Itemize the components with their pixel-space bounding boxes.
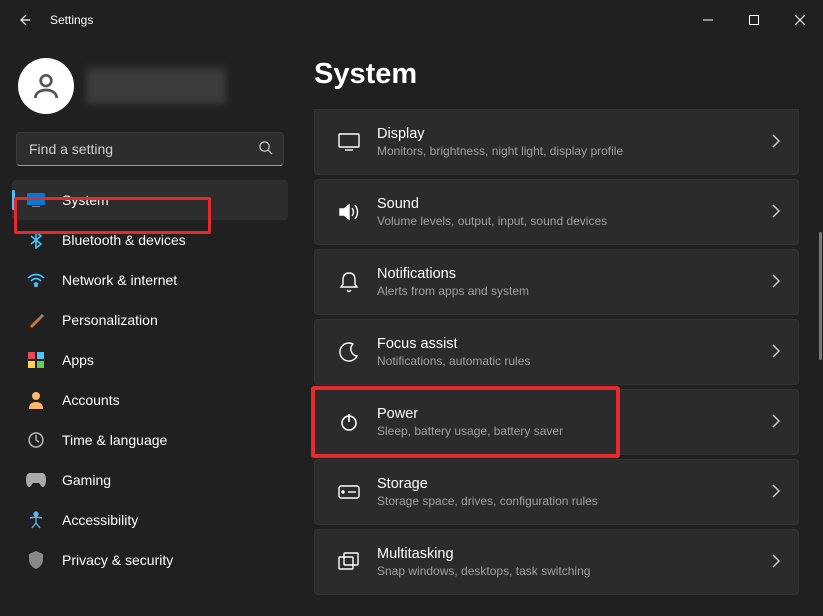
person-icon xyxy=(26,390,46,410)
card-title: Display xyxy=(377,126,772,142)
sidebar: System Bluetooth & devices Network & int… xyxy=(0,40,300,616)
maximize-icon xyxy=(749,15,759,25)
search-box[interactable] xyxy=(16,132,284,166)
accessibility-icon xyxy=(26,510,46,530)
sidebar-item-label: Accessibility xyxy=(62,512,138,528)
bluetooth-icon xyxy=(26,230,46,250)
main-panel: System Display Monitors, brightness, nig… xyxy=(300,40,823,616)
card-notifications[interactable]: Notifications Alerts from apps and syste… xyxy=(314,249,799,315)
sidebar-item-label: Network & internet xyxy=(62,272,177,288)
sidebar-item-label: Privacy & security xyxy=(62,552,173,568)
minimize-icon xyxy=(703,15,713,25)
clock-globe-icon xyxy=(26,430,46,450)
card-title: Storage xyxy=(377,476,772,492)
card-power[interactable]: Power Sleep, battery usage, battery save… xyxy=(314,389,799,455)
sidebar-item-personalization[interactable]: Personalization xyxy=(12,300,288,340)
sidebar-item-label: System xyxy=(62,192,109,208)
power-icon xyxy=(329,412,369,432)
chevron-right-icon xyxy=(772,274,780,291)
sidebar-item-label: Gaming xyxy=(62,472,111,488)
shield-icon xyxy=(26,550,46,570)
sidebar-item-label: Bluetooth & devices xyxy=(62,232,186,248)
sidebar-item-privacy[interactable]: Privacy & security xyxy=(12,540,288,580)
display-icon xyxy=(329,133,369,151)
profile-block[interactable] xyxy=(12,52,288,132)
wifi-icon xyxy=(26,270,46,290)
gamepad-icon xyxy=(26,470,46,490)
sidebar-item-accounts[interactable]: Accounts xyxy=(12,380,288,420)
back-button[interactable] xyxy=(12,8,36,32)
sidebar-item-system[interactable]: System xyxy=(12,180,288,220)
sidebar-item-label: Personalization xyxy=(62,312,158,328)
storage-icon xyxy=(329,485,369,499)
card-multitasking[interactable]: Multitasking Snap windows, desktops, tas… xyxy=(314,529,799,595)
person-icon xyxy=(30,70,62,102)
sidebar-item-time-language[interactable]: Time & language xyxy=(12,420,288,460)
sidebar-item-label: Time & language xyxy=(62,432,167,448)
page-title: System xyxy=(314,58,799,91)
chevron-right-icon xyxy=(772,414,780,431)
card-subtitle: Monitors, brightness, night light, displ… xyxy=(377,144,772,158)
card-subtitle: Volume levels, output, input, sound devi… xyxy=(377,214,772,228)
search-input[interactable] xyxy=(17,141,283,157)
card-title: Multitasking xyxy=(377,546,772,562)
arrow-left-icon xyxy=(16,12,32,28)
window-controls xyxy=(685,0,823,40)
sidebar-item-apps[interactable]: Apps xyxy=(12,340,288,380)
avatar xyxy=(18,58,74,114)
chevron-right-icon xyxy=(772,484,780,501)
sidebar-item-bluetooth[interactable]: Bluetooth & devices xyxy=(12,220,288,260)
card-subtitle: Snap windows, desktops, task switching xyxy=(377,564,772,578)
chevron-right-icon xyxy=(772,134,780,151)
nav-list: System Bluetooth & devices Network & int… xyxy=(12,180,288,580)
card-subtitle: Alerts from apps and system xyxy=(377,284,772,298)
card-title: Focus assist xyxy=(377,336,772,352)
card-subtitle: Storage space, drives, configuration rul… xyxy=(377,494,772,508)
chevron-right-icon xyxy=(772,554,780,571)
card-subtitle: Notifications, automatic rules xyxy=(377,354,772,368)
search-icon xyxy=(258,140,273,158)
close-icon xyxy=(795,15,805,25)
titlebar: Settings xyxy=(0,0,823,40)
card-title: Sound xyxy=(377,196,772,212)
window-title: Settings xyxy=(50,13,93,27)
card-storage[interactable]: Storage Storage space, drives, configura… xyxy=(314,459,799,525)
scrollbar-thumb[interactable] xyxy=(819,232,822,360)
close-button[interactable] xyxy=(777,0,823,40)
card-focus-assist[interactable]: Focus assist Notifications, automatic ru… xyxy=(314,319,799,385)
profile-name-redacted xyxy=(86,68,226,104)
apps-icon xyxy=(26,350,46,370)
maximize-button[interactable] xyxy=(731,0,777,40)
paintbrush-icon xyxy=(26,310,46,330)
chevron-right-icon xyxy=(772,344,780,361)
sound-icon xyxy=(329,203,369,221)
minimize-button[interactable] xyxy=(685,0,731,40)
card-display[interactable]: Display Monitors, brightness, night ligh… xyxy=(314,109,799,175)
sidebar-item-gaming[interactable]: Gaming xyxy=(12,460,288,500)
sidebar-item-label: Accounts xyxy=(62,392,120,408)
bell-icon xyxy=(329,271,369,293)
card-subtitle: Sleep, battery usage, battery saver xyxy=(377,424,772,438)
card-title: Power xyxy=(377,406,772,422)
sidebar-item-network[interactable]: Network & internet xyxy=(12,260,288,300)
card-sound[interactable]: Sound Volume levels, output, input, soun… xyxy=(314,179,799,245)
chevron-right-icon xyxy=(772,204,780,221)
sidebar-item-label: Apps xyxy=(62,352,94,368)
card-title: Notifications xyxy=(377,266,772,282)
moon-icon xyxy=(329,342,369,362)
system-icon xyxy=(26,190,46,210)
sidebar-item-accessibility[interactable]: Accessibility xyxy=(12,500,288,540)
multitask-icon xyxy=(329,552,369,572)
